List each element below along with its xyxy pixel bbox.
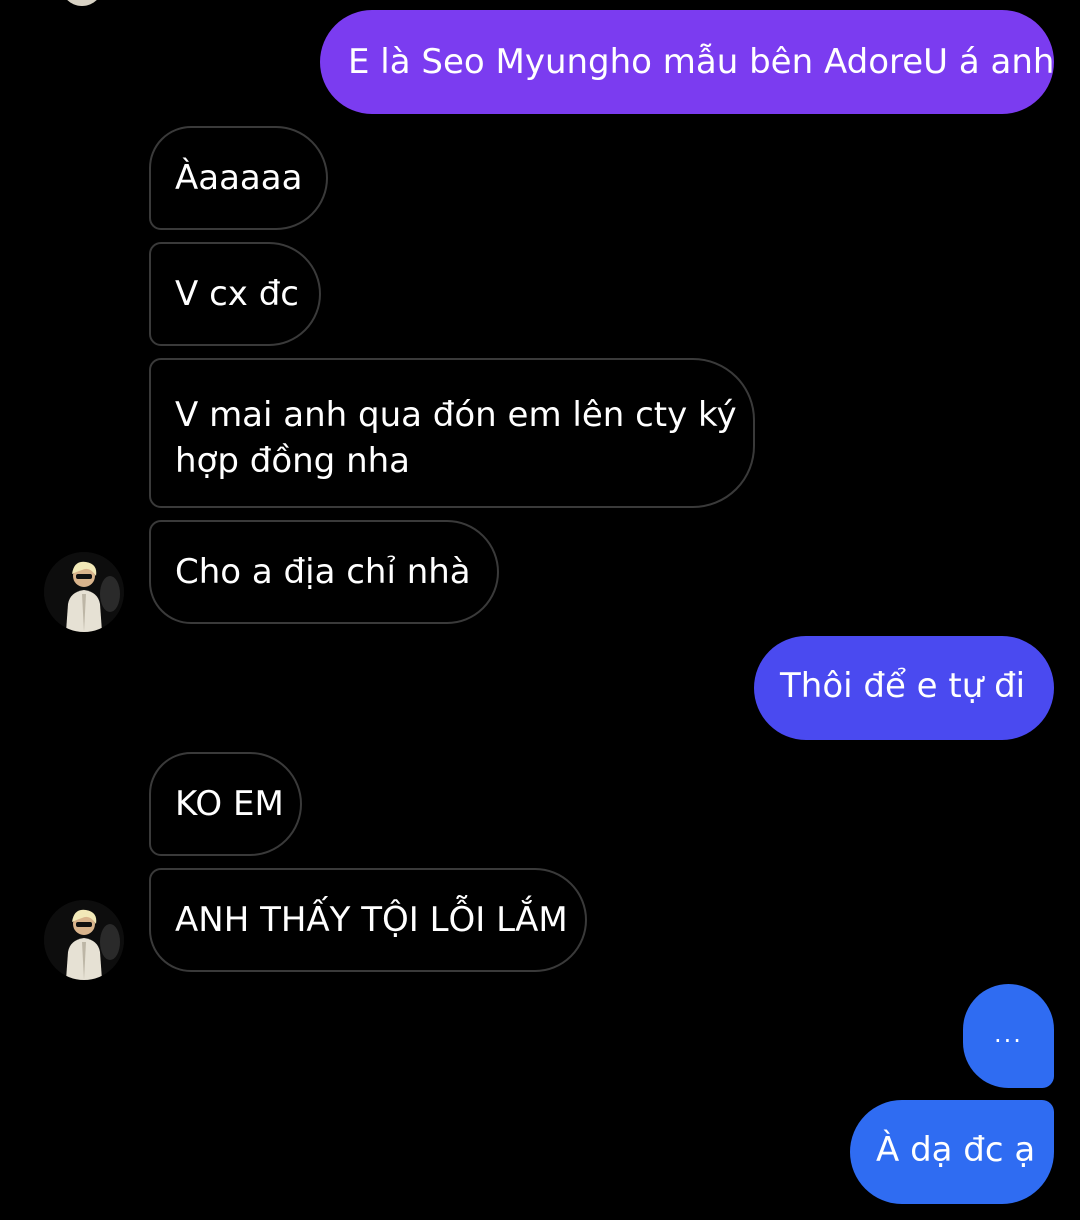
- message-bubble-received[interactable]: Cho a địa chỉ nhà: [149, 520, 499, 624]
- message-bubble-received[interactable]: Àaaaaa: [149, 126, 328, 230]
- message-bubble-received[interactable]: V cx đc: [149, 242, 321, 346]
- message-text: ANH THẤY TỘI LỖI LẮM: [175, 900, 568, 940]
- message-text: E là Seo Myungho mẫu bên AdoreU á anh: [348, 42, 1055, 82]
- message-bubble-sent[interactable]: À dạ đc ạ: [850, 1100, 1054, 1204]
- message-text: Thôi để e tự đi: [780, 666, 1026, 706]
- contact-avatar-icon[interactable]: [44, 900, 124, 980]
- message-text: Cho a địa chỉ nhà: [175, 552, 471, 592]
- message-bubble-received[interactable]: V mai anh qua đón em lên cty ký hợp đồng…: [149, 358, 755, 508]
- avatar-figure-icon: [44, 552, 124, 632]
- message-bubble-sent[interactable]: E là Seo Myungho mẫu bên AdoreU á anh: [320, 10, 1054, 114]
- avatar-partial: [60, 0, 104, 6]
- message-bubble-received[interactable]: ANH THẤY TỘI LỖI LẮM: [149, 868, 587, 972]
- message-text-line: hợp đồng nha: [175, 441, 410, 481]
- message-text-line: V mai anh qua đón em lên cty ký: [175, 395, 737, 435]
- message-text: À dạ đc ạ: [876, 1130, 1036, 1170]
- message-text: Àaaaaa: [175, 158, 303, 198]
- message-bubble-sent[interactable]: ...: [963, 984, 1054, 1088]
- message-text: V cx đc: [175, 274, 299, 314]
- message-bubble-received[interactable]: KO EM: [149, 752, 302, 856]
- avatar-figure-icon: [44, 900, 124, 980]
- message-bubble-sent[interactable]: Thôi để e tự đi: [754, 636, 1054, 740]
- message-text: KO EM: [175, 784, 284, 824]
- message-text: ...: [994, 1020, 1023, 1048]
- contact-avatar-icon[interactable]: [44, 552, 124, 632]
